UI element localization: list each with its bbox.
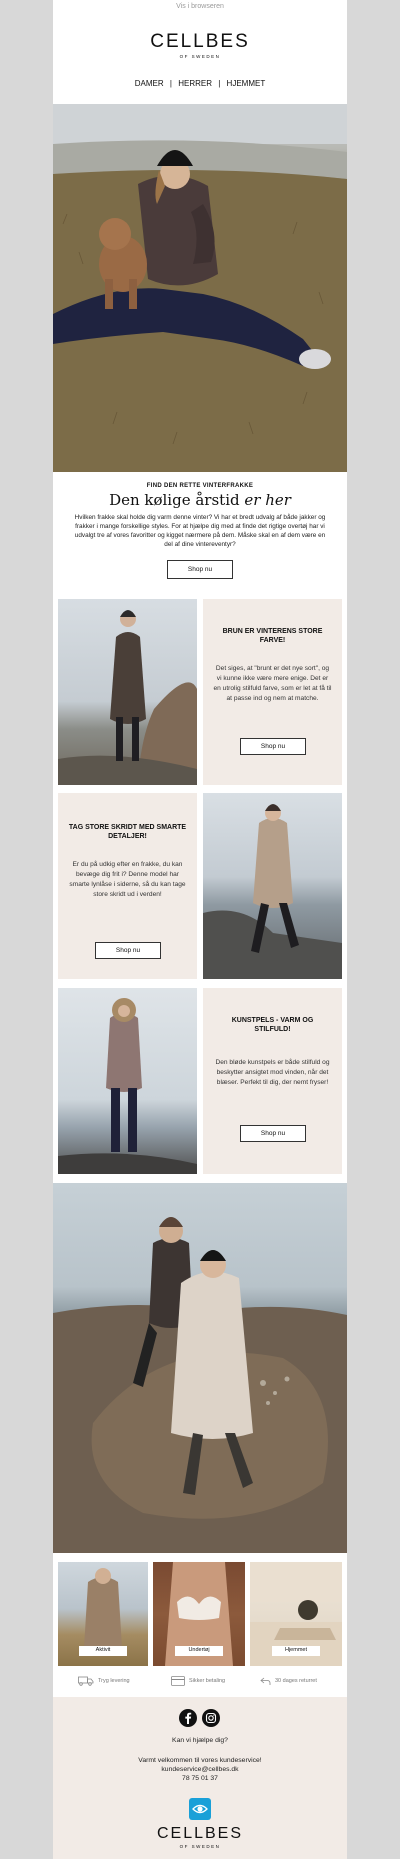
usp-returns: 30 dages returret	[260, 1673, 317, 1689]
tile-fur-body: Den bløde kunstpels er både stilfuld og …	[215, 1059, 330, 1086]
usp-returns-label: 30 dages returret	[275, 1678, 317, 1684]
email-container: Vis i browseren CELLBES OF SWEDEN DAMER …	[53, 0, 347, 1859]
fur-coat-illustration	[58, 998, 197, 1174]
footer-brand-logo[interactable]: CELLBES OF SWEDEN	[53, 1825, 347, 1849]
tile-zipper-shop-button[interactable]: Shop nu	[95, 942, 161, 959]
category-activity-image[interactable]: Aktivit	[58, 1562, 148, 1666]
tile-zipper: TAG STORE SKRIDT MED SMARTE DETALJER! Er…	[58, 793, 197, 979]
footer-phone-link[interactable]: 78 75 01 37	[53, 1774, 347, 1783]
instagram-link[interactable]	[202, 1709, 220, 1727]
category-activity-label[interactable]: Aktivit	[79, 1646, 127, 1656]
hero-image[interactable]	[53, 104, 347, 472]
intro-title-italic: er her	[244, 491, 291, 509]
truck-icon	[78, 1676, 94, 1686]
footer: Kan vi hjælpe dig? Varmt velkommen til v…	[53, 1697, 347, 1859]
usp-delivery: Tryg levering	[78, 1673, 130, 1689]
facebook-link[interactable]	[179, 1709, 197, 1727]
brand-logo[interactable]: CELLBES OF SWEDEN	[53, 31, 347, 60]
tile-fur-shop-button[interactable]: Shop nu	[240, 1125, 306, 1142]
main-nav: DAMER | HERRER | HJEMMET	[53, 79, 347, 88]
footer-help: Kan vi hjælpe dig?	[172, 1737, 228, 1744]
brand-sub: OF SWEDEN	[179, 54, 221, 59]
category-underwear-label[interactable]: Undertøj	[175, 1646, 223, 1656]
tile-fur: KUNSTPELS - VARM OG STILFULD! Den bløde …	[203, 988, 342, 1174]
intro-shop-button[interactable]: Shop nu	[167, 560, 233, 579]
usp-delivery-label: Tryg levering	[98, 1678, 130, 1684]
beige-coat-image[interactable]	[203, 793, 342, 979]
nav-item-damer[interactable]: DAMER	[135, 79, 164, 88]
two-women-image[interactable]	[53, 1183, 347, 1553]
tile-brown-shop-button[interactable]: Shop nu	[240, 738, 306, 755]
category-home-image[interactable]: Hjemmet	[250, 1562, 342, 1666]
nav-separator: |	[218, 79, 221, 88]
tile-fur-title: KUNSTPELS - VARM OG STILFULD!	[231, 1017, 314, 1033]
tile-brown-title: BRUN ER VINTERENS STORE FARVE!	[222, 628, 323, 644]
instagram-icon	[205, 1712, 217, 1724]
tile-zipper-title: TAG STORE SKRIDT MED SMARTE DETALJER!	[68, 824, 187, 840]
intro-kicker: FIND DEN RETTE VINTERFRAKKE	[146, 483, 254, 489]
footer-brand-name: CELLBES	[156, 1825, 244, 1842]
eye-logo-icon	[189, 1798, 211, 1820]
tile-zipper-body: Er du på udkig efter en frakke, du kan b…	[69, 861, 186, 898]
brown-coat-image[interactable]	[58, 599, 197, 785]
footer-email-link[interactable]: kundeservice@cellbes.dk	[53, 1765, 347, 1774]
category-home-label[interactable]: Hjemmet	[272, 1646, 320, 1656]
tile-brown-body: Det siges, at "brunt er det nye sort", o…	[213, 665, 332, 702]
brown-coat-illustration	[58, 610, 197, 785]
fur-coat-image[interactable]	[58, 988, 197, 1174]
nav-item-herrer[interactable]: HERRER	[178, 79, 212, 88]
nav-item-hjemmet[interactable]: HJEMMET	[227, 79, 266, 88]
intro-body: Hvilken frakke skal holde dig varm denne…	[74, 514, 326, 548]
return-arrow-icon	[260, 1677, 271, 1685]
facebook-icon	[185, 1712, 192, 1724]
two-women-illustration	[53, 1217, 347, 1553]
beige-coat-illustration	[203, 804, 342, 979]
nav-separator: |	[169, 79, 172, 88]
footer-welcome: Varmt velkommen til vores kundeservice!	[138, 1757, 262, 1764]
usp-payment: Sikker betaling	[171, 1673, 225, 1689]
view-in-browser-link[interactable]: Vis i browseren	[53, 3, 347, 10]
usp-payment-label: Sikker betaling	[189, 1678, 226, 1684]
brand-name: CELLBES	[150, 31, 250, 52]
hero-illustration	[53, 104, 347, 472]
tile-brown: BRUN ER VINTERENS STORE FARVE! Det siges…	[203, 599, 342, 785]
intro-title: Den kølige årstid er her	[53, 491, 347, 509]
footer-brand-sub: OF SWEDEN	[179, 1844, 221, 1849]
intro-title-plain: Den kølige årstid	[109, 491, 240, 509]
category-underwear-image[interactable]: Undertøj	[153, 1562, 245, 1666]
eye-logo-shape	[192, 1804, 208, 1814]
card-icon	[171, 1676, 185, 1686]
